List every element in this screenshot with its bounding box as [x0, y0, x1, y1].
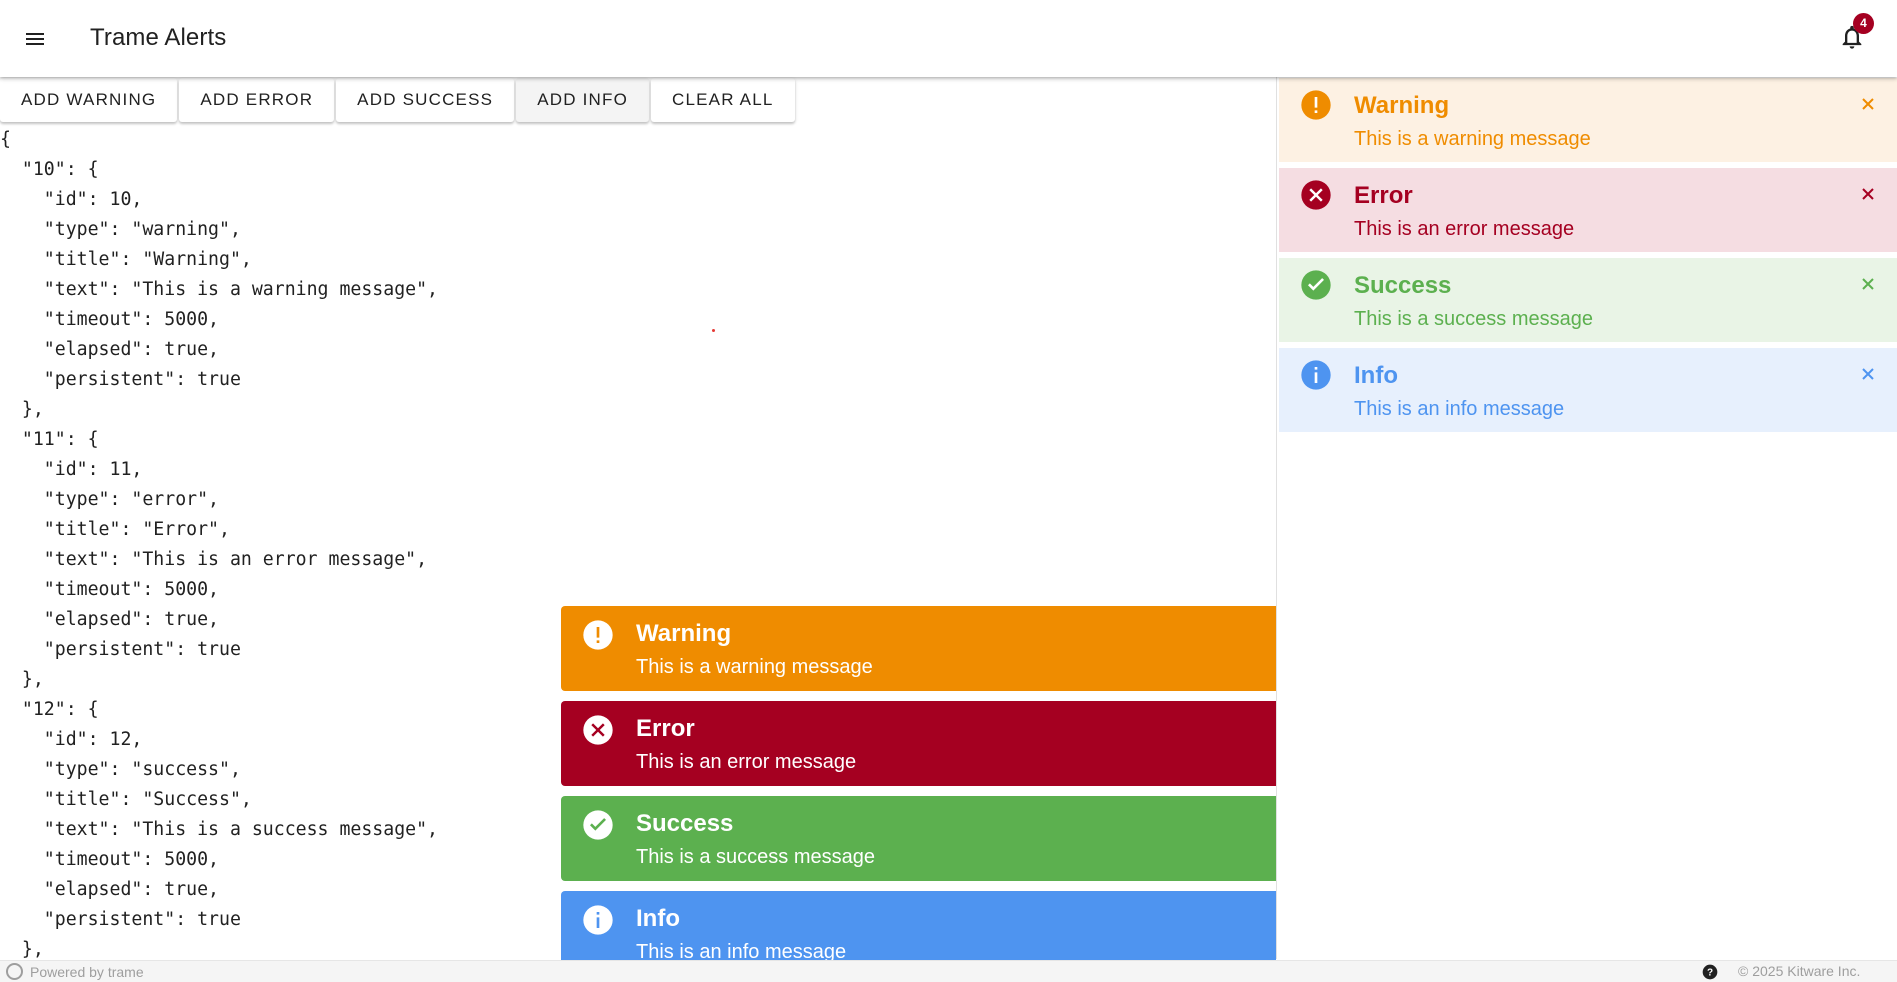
toast-warning[interactable]: Warning This is a warning message [561, 606, 1276, 691]
menu-icon[interactable] [17, 21, 53, 57]
check-circle-icon [1301, 270, 1331, 300]
toast-text: This is an error message [636, 751, 857, 773]
exclamation-circle-icon [583, 620, 613, 650]
panel-alert-title: Success [1354, 272, 1452, 299]
panel-alert-title: Error [1354, 182, 1413, 209]
svg-text:?: ? [1707, 967, 1713, 978]
panel-alert-text: This is an error message [1354, 218, 1575, 240]
add-warning-button[interactable]: ADD WARNING [0, 78, 178, 122]
close-icon[interactable] [1854, 90, 1882, 118]
panel-alert-text: This is an info message [1354, 398, 1565, 420]
notifications-panel: Warning This is a warning message Error … [1276, 77, 1897, 959]
toast-text: This is a success message [636, 846, 875, 868]
info-circle-icon [583, 905, 613, 935]
panel-alert-error: Error This is an error message [1279, 168, 1897, 252]
toast-title: Success [636, 810, 734, 837]
panel-alert-warning: Warning This is a warning message [1279, 78, 1897, 162]
footer: Powered by trame ? © 2025 Kitware Inc. [0, 960, 1897, 982]
panel-alert-title: Warning [1354, 92, 1450, 119]
alerts-state-json: { "10": { "id": 10, "type": "warning", "… [0, 129, 438, 960]
check-circle-icon [583, 810, 613, 840]
notification-count-badge: 4 [1853, 13, 1874, 34]
toast-error[interactable]: Error This is an error message [561, 701, 1276, 786]
panel-alert-success: Success This is a success message [1279, 258, 1897, 342]
add-success-button[interactable]: ADD SUCCESS [336, 78, 515, 122]
trame-logo-icon [6, 963, 23, 980]
panel-alert-text: This is a warning message [1354, 128, 1591, 150]
help-icon[interactable]: ? [1702, 964, 1718, 980]
alert-toolbar: ADD WARNING ADD ERROR ADD SUCCESS ADD IN… [0, 78, 797, 122]
exclamation-circle-icon [1301, 90, 1331, 120]
close-circle-icon [1301, 180, 1331, 210]
cursor-dot [712, 329, 715, 332]
close-icon[interactable] [1854, 360, 1882, 388]
close-circle-icon [583, 715, 613, 745]
app-title: Trame Alerts [90, 24, 227, 51]
copyright-text: © 2025 Kitware Inc. [1738, 963, 1861, 979]
clear-all-button[interactable]: CLEAR ALL [651, 78, 795, 122]
toast-title: Info [636, 905, 680, 932]
toast-text: This is a warning message [636, 656, 873, 678]
add-error-button[interactable]: ADD ERROR [179, 78, 335, 122]
close-icon[interactable] [1854, 270, 1882, 298]
powered-by-link[interactable]: Powered by trame [6, 963, 144, 980]
panel-alert-text: This is a success message [1354, 308, 1593, 330]
app-bar: Trame Alerts 4 [0, 0, 1897, 77]
powered-by-text: Powered by trame [30, 963, 144, 980]
toast-title: Warning [636, 620, 732, 647]
info-circle-icon [1301, 360, 1331, 390]
toast-title: Error [636, 715, 695, 742]
toast-success[interactable]: Success This is a success message [561, 796, 1276, 881]
panel-alert-info: Info This is an info message [1279, 348, 1897, 432]
close-icon[interactable] [1854, 180, 1882, 208]
add-info-button[interactable]: ADD INFO [516, 78, 650, 122]
panel-alert-title: Info [1354, 362, 1398, 389]
